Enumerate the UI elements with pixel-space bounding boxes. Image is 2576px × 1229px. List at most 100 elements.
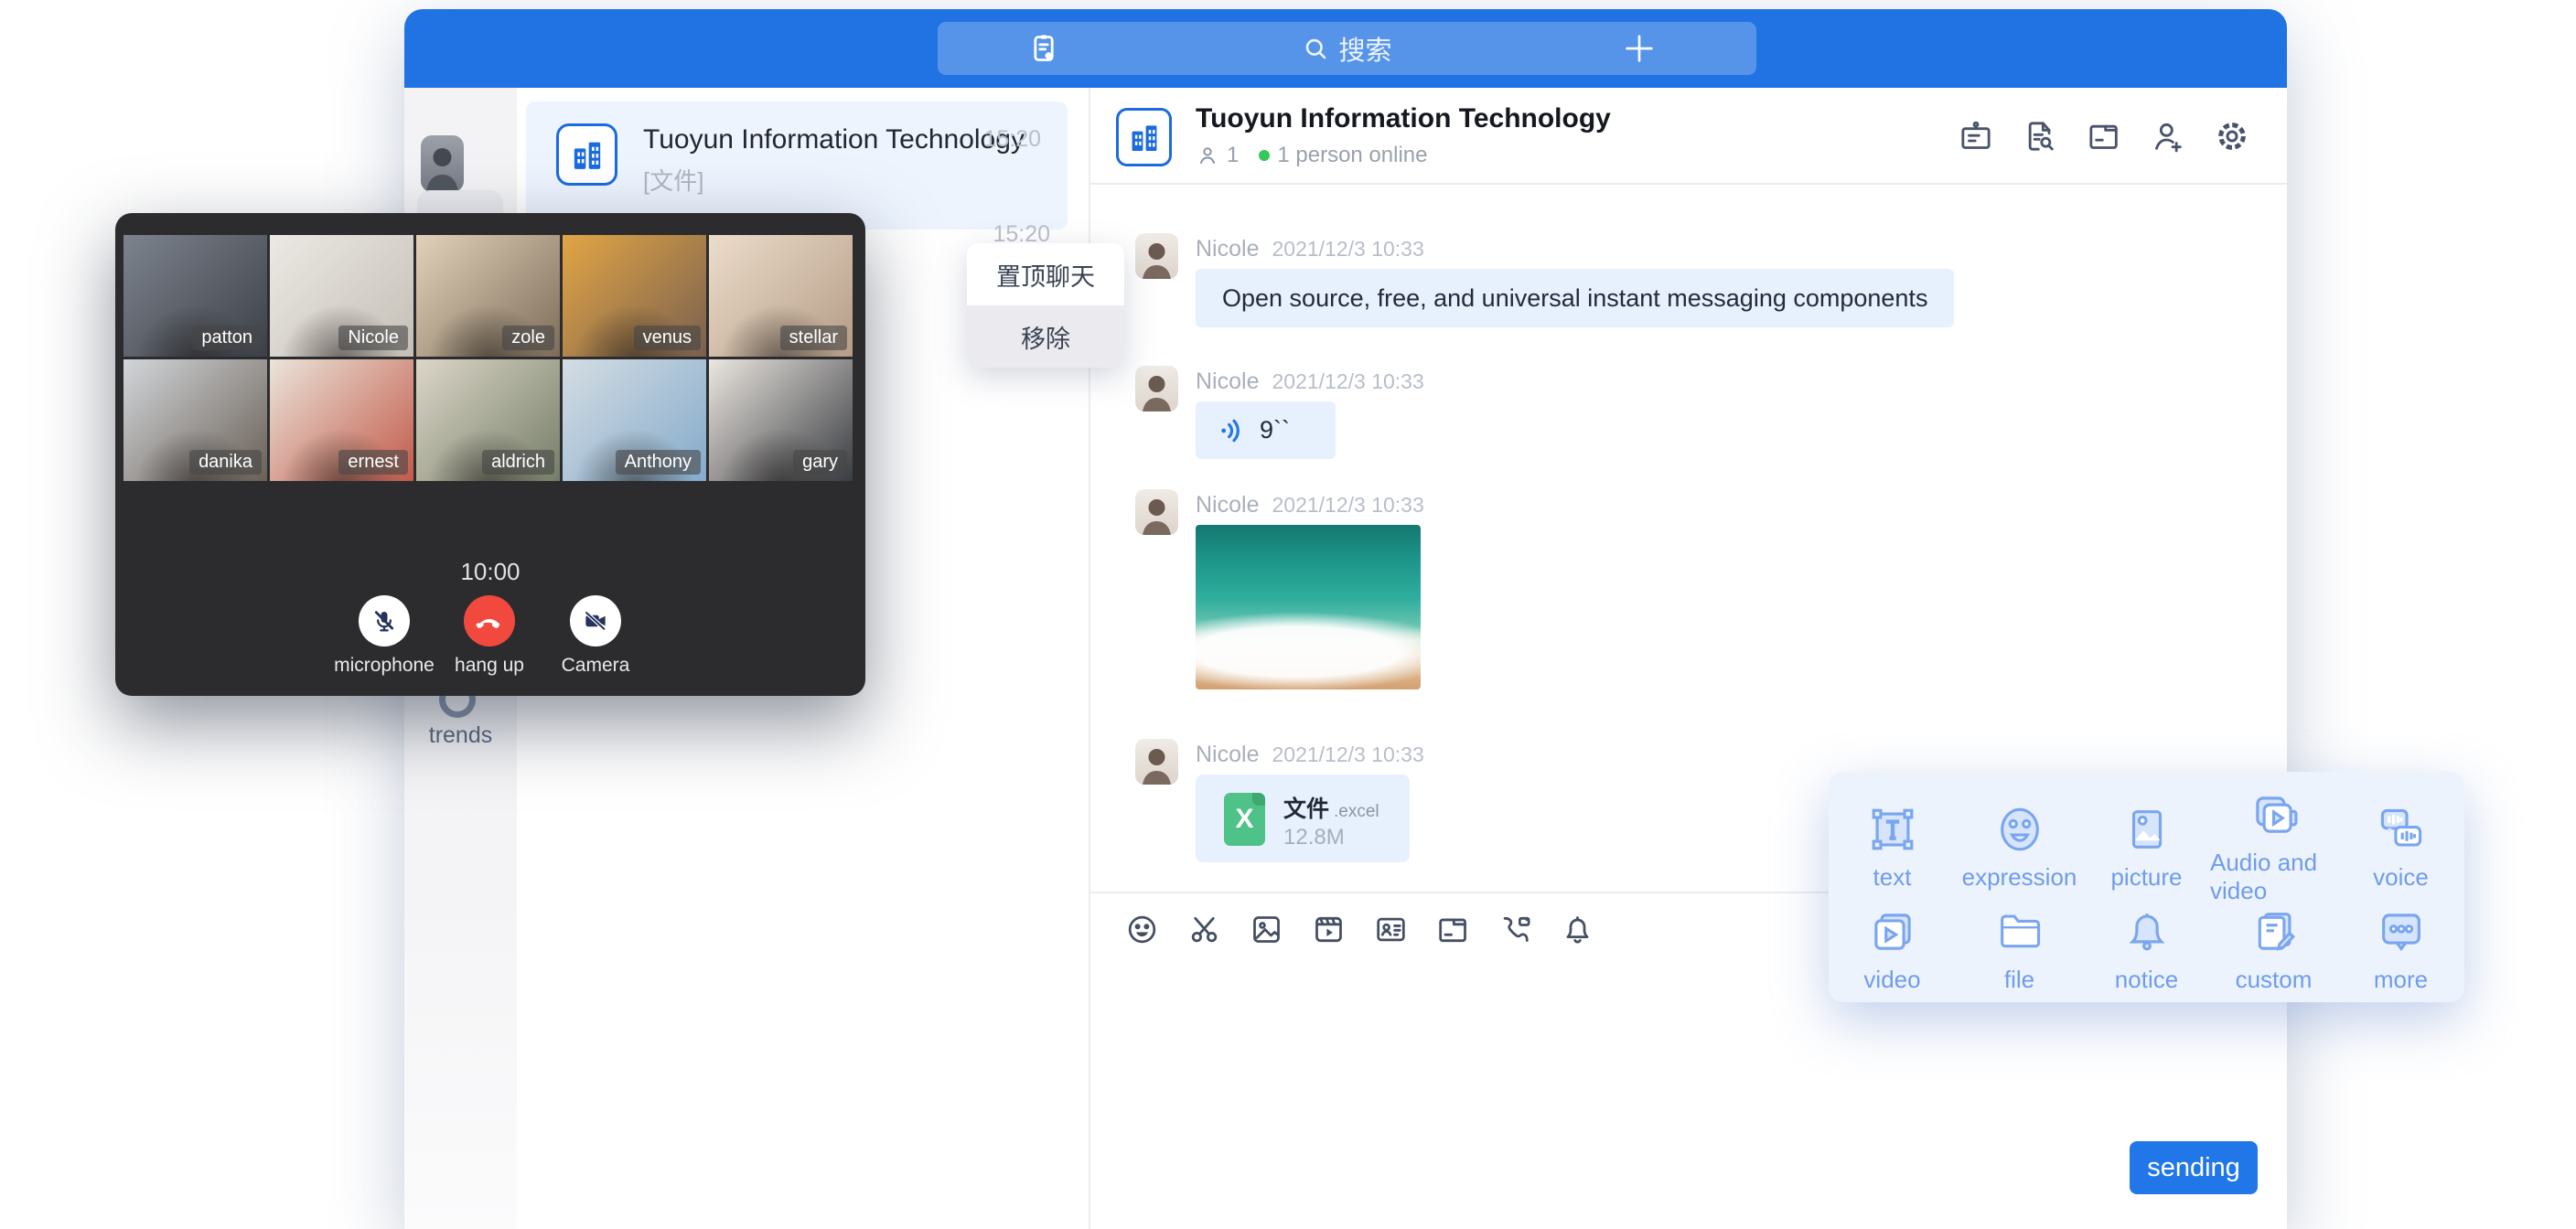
conversation-time: 15:20 [983, 126, 1041, 153]
hang-up-icon [475, 606, 504, 636]
participant-tile[interactable]: gary [709, 359, 853, 481]
menu-item-pin[interactable]: 置顶聊天 [967, 243, 1124, 305]
avatar[interactable] [1135, 739, 1178, 785]
group-files-icon[interactable] [2086, 118, 2122, 155]
online-text: 1 person online [1277, 143, 1427, 168]
sender-name: Nicole [1196, 369, 1259, 394]
search-icon [1302, 35, 1329, 62]
voice-bubble[interactable]: 9`` [1196, 401, 1336, 459]
building-icon [1127, 120, 1162, 155]
participant-name: venus [634, 326, 701, 350]
trends-label[interactable]: trends [404, 722, 517, 749]
participant-tile[interactable]: Nicole [270, 235, 413, 357]
audio-video-icon [2248, 788, 2301, 841]
contact-card-icon[interactable] [1373, 912, 1409, 947]
voice-duration: 9`` [1260, 416, 1290, 444]
message-time: 2021/12/3 10:33 [1272, 743, 1423, 766]
feature-label: file [2004, 966, 2034, 994]
message-time: 2021/12/3 10:33 [1272, 369, 1423, 393]
mic-off-icon [370, 607, 398, 635]
header-actions [1958, 118, 2250, 155]
feature-label: expression [1962, 863, 2077, 892]
avatar[interactable] [1135, 489, 1178, 535]
send-image-icon[interactable] [1249, 912, 1284, 947]
participant-name: stellar [780, 326, 847, 350]
feature-more[interactable]: more [2337, 905, 2464, 994]
participant-tile[interactable]: Anthony [563, 359, 706, 481]
settings-gear-icon[interactable] [2214, 118, 2250, 155]
text-bubble[interactable]: Open source, free, and universal instant… [1196, 269, 1954, 327]
search-bar[interactable]: 搜索 [938, 22, 1756, 75]
more-bubble-icon [2375, 905, 2428, 958]
hang-up-button[interactable] [464, 595, 515, 647]
online-dot [1259, 150, 1270, 161]
send-button[interactable]: sending [2130, 1141, 2258, 1194]
building-icon [569, 136, 606, 173]
participant-name: Nicole [338, 326, 408, 350]
feature-label: custom [2236, 966, 2313, 994]
file-ext: .excel [1334, 802, 1379, 821]
text-frame-icon [1866, 803, 1919, 856]
search-placeholder: 搜索 [1338, 29, 1391, 68]
participant-name: aldrich [482, 450, 554, 475]
voice-wave-icon [1218, 416, 1247, 445]
participant-tile[interactable]: patton [123, 235, 267, 357]
send-file-icon[interactable] [1435, 912, 1471, 947]
announcement-icon[interactable] [1958, 118, 1994, 155]
message-time: 2021/12/3 10:33 [1272, 493, 1423, 517]
avatar[interactable] [1135, 233, 1178, 279]
feature-expression[interactable]: expression [1956, 788, 2083, 905]
screenshot-scissors-icon[interactable] [1186, 912, 1222, 947]
file-attachment[interactable]: X 文件 .excel 12.8M [1196, 775, 1410, 862]
chat-title: Tuoyun Information Technology [1196, 103, 1611, 134]
notification-bell-icon[interactable] [1560, 912, 1595, 947]
camera-toggle-button[interactable] [570, 595, 621, 647]
participant-tile[interactable]: danika [123, 359, 267, 481]
participant-name: zole [502, 326, 554, 350]
file-size: 12.8M [1283, 825, 1345, 850]
conversation-item[interactable]: Tuoyun Information Technology [文件] 15:20 [526, 102, 1068, 230]
feature-custom[interactable]: custom [2210, 905, 2337, 994]
feature-notice[interactable]: notice [2083, 905, 2210, 994]
excel-file-icon: X [1224, 793, 1265, 846]
feature-label: more [2374, 966, 2428, 994]
feature-picture[interactable]: picture [2083, 788, 2210, 905]
voice-bubbles-icon [2375, 803, 2428, 856]
my-avatar[interactable] [421, 135, 464, 192]
menu-item-remove[interactable]: 移除 [967, 305, 1124, 368]
participant-tile[interactable]: venus [563, 235, 706, 357]
notice-bell-icon [2120, 905, 2174, 958]
participant-name: patton [192, 326, 262, 350]
file-name: 文件 [1283, 796, 1329, 822]
feature-label: Audio and video [2210, 849, 2337, 905]
feature-video[interactable]: video [1829, 905, 1956, 994]
avatar[interactable] [1135, 366, 1178, 411]
feature-audio-video[interactable]: Audio and video [2210, 788, 2337, 905]
chat-header: Tuoyun Information Technology 1 1 person… [1090, 88, 2287, 185]
participant-tile[interactable]: stellar [709, 235, 853, 357]
feature-label: picture [2110, 863, 2182, 892]
microphone-toggle-button[interactable] [359, 595, 410, 647]
participant-tile[interactable]: zole [416, 235, 560, 357]
camera-off-icon [582, 607, 609, 635]
folder-icon [1993, 905, 2046, 958]
feature-label: notice [2115, 966, 2178, 994]
feature-label: voice [2373, 863, 2429, 892]
conversation-title: Tuoyun Information Technology [643, 124, 1025, 155]
emoji-icon[interactable] [1124, 912, 1160, 947]
image-attachment[interactable] [1196, 525, 1421, 689]
feature-text[interactable]: text [1829, 788, 1956, 905]
file-badge: X [1235, 804, 1253, 835]
participant-tile[interactable]: aldrich [416, 359, 560, 481]
add-member-icon[interactable] [2150, 118, 2186, 155]
feature-file[interactable]: file [1956, 905, 2083, 994]
video-call-icon[interactable] [1497, 912, 1533, 947]
feature-voice[interactable]: voice [2337, 788, 2464, 905]
message-time: 2021/12/3 10:33 [1272, 237, 1423, 261]
plus-icon[interactable] [1621, 30, 1658, 67]
participant-tile[interactable]: ernest [270, 359, 413, 481]
chat-history-search-icon[interactable] [2022, 118, 2058, 155]
participant-name: gary [793, 450, 847, 475]
send-video-icon[interactable] [1311, 912, 1347, 947]
chat-subtitle: 1 1 person online [1196, 143, 1427, 168]
